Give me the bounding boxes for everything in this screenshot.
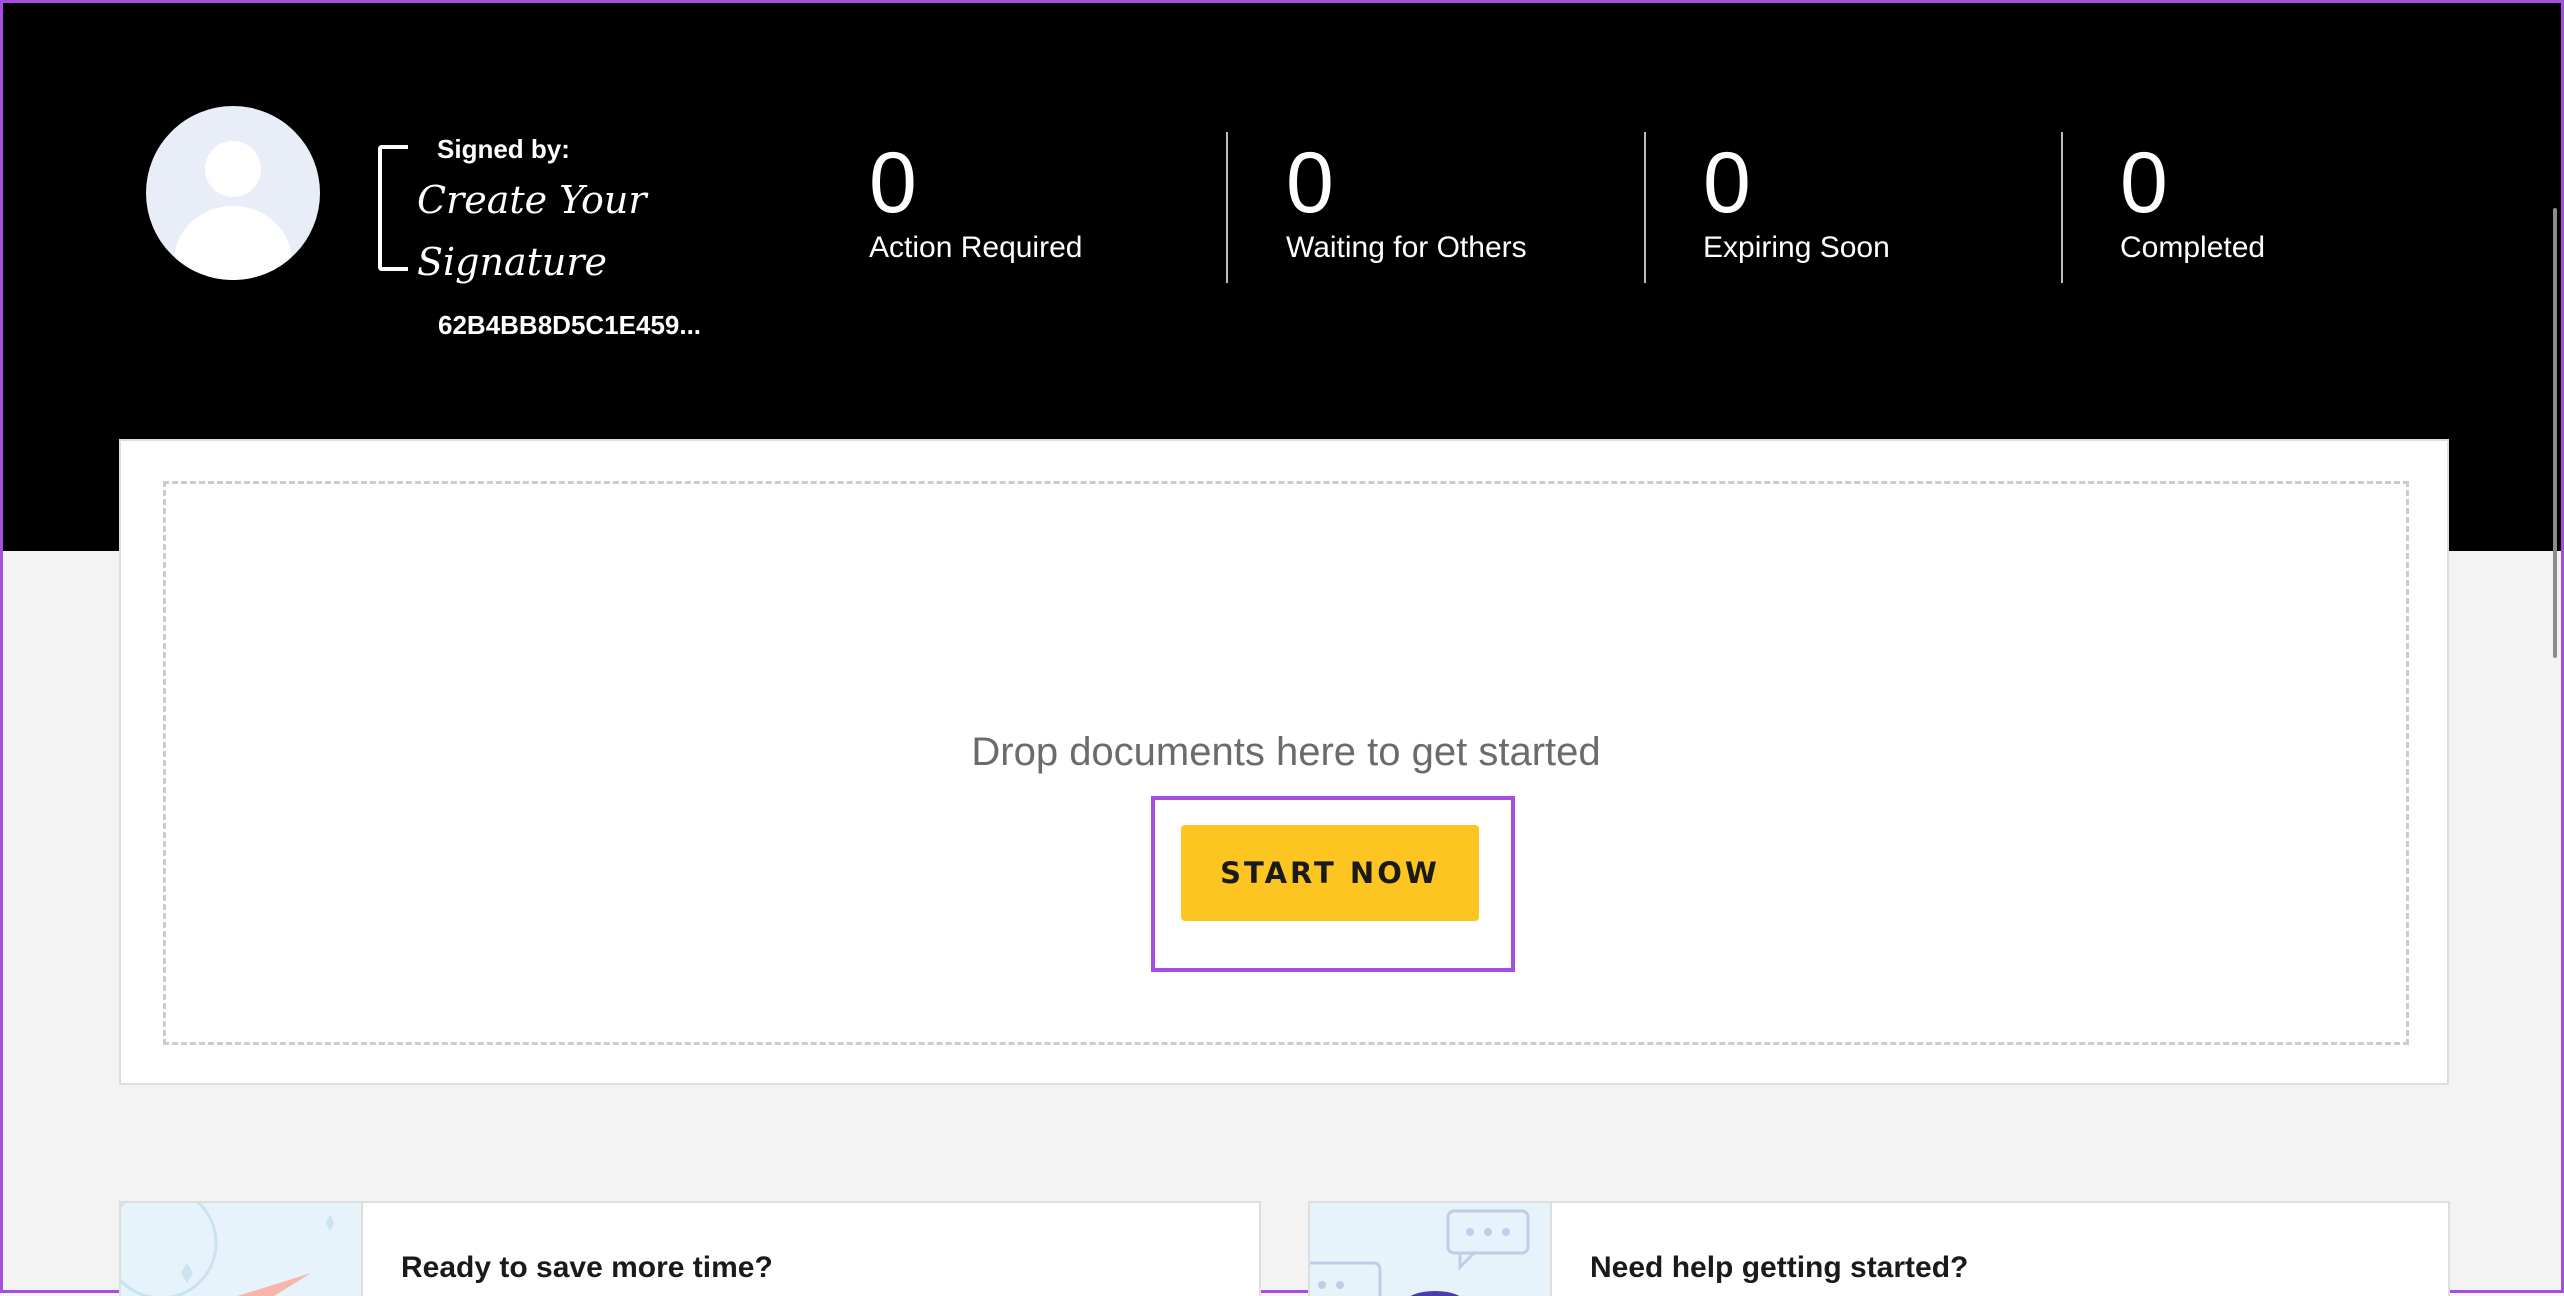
stat-label: Completed bbox=[2120, 231, 2266, 264]
chat-bubbles-icon bbox=[1310, 1209, 1530, 1296]
stat-completed[interactable]: 0 Completed bbox=[2120, 133, 2265, 265]
stat-divider bbox=[1226, 132, 1228, 283]
stat-value: 0 bbox=[2120, 135, 2168, 231]
avatar[interactable] bbox=[146, 106, 320, 280]
promo-card-save-time[interactable]: Ready to save more time? bbox=[119, 1201, 1261, 1296]
upload-card: Drop documents here to get started START… bbox=[119, 439, 2449, 1085]
avatar-head-shape bbox=[205, 141, 261, 197]
stat-expiring-soon[interactable]: 0 Expiring Soon bbox=[1703, 133, 1890, 265]
stat-label: Action Required bbox=[869, 231, 1083, 264]
stat-divider bbox=[2061, 132, 2063, 283]
dropzone-text: Drop documents here to get started bbox=[971, 730, 1601, 774]
promo-title: Need help getting started? bbox=[1590, 1251, 1969, 1284]
promo-illustration bbox=[121, 1203, 363, 1296]
stat-value: 0 bbox=[1703, 135, 1751, 231]
document-dropzone[interactable]: Drop documents here to get started START… bbox=[163, 481, 2409, 1045]
start-now-button[interactable]: START NOW bbox=[1181, 825, 1479, 921]
signer-id: 62B4BB8D5C1E459... bbox=[438, 310, 702, 340]
signed-by-label: Signed by: bbox=[437, 134, 570, 164]
stat-label: Waiting for Others bbox=[1286, 231, 1527, 264]
promo-card-help[interactable]: Need help getting started? bbox=[1308, 1201, 2450, 1296]
promo-illustration bbox=[1310, 1203, 1552, 1296]
stat-waiting-for-others[interactable]: 0 Waiting for Others bbox=[1286, 133, 1527, 265]
promo-title: Ready to save more time? bbox=[401, 1251, 773, 1284]
stat-value: 0 bbox=[1286, 135, 1334, 231]
signature-bracket bbox=[378, 145, 408, 271]
avatar-shoulders-shape bbox=[174, 206, 292, 280]
paper-plane-icon bbox=[121, 1203, 334, 1296]
create-signature-link[interactable]: Create Your Signature bbox=[417, 169, 677, 293]
stat-action-required[interactable]: 0 Action Required bbox=[869, 133, 1082, 265]
stat-value: 0 bbox=[869, 135, 917, 231]
stat-divider bbox=[1644, 132, 1646, 283]
stat-label: Expiring Soon bbox=[1703, 231, 1890, 264]
page-scrollbar[interactable] bbox=[2553, 208, 2557, 658]
